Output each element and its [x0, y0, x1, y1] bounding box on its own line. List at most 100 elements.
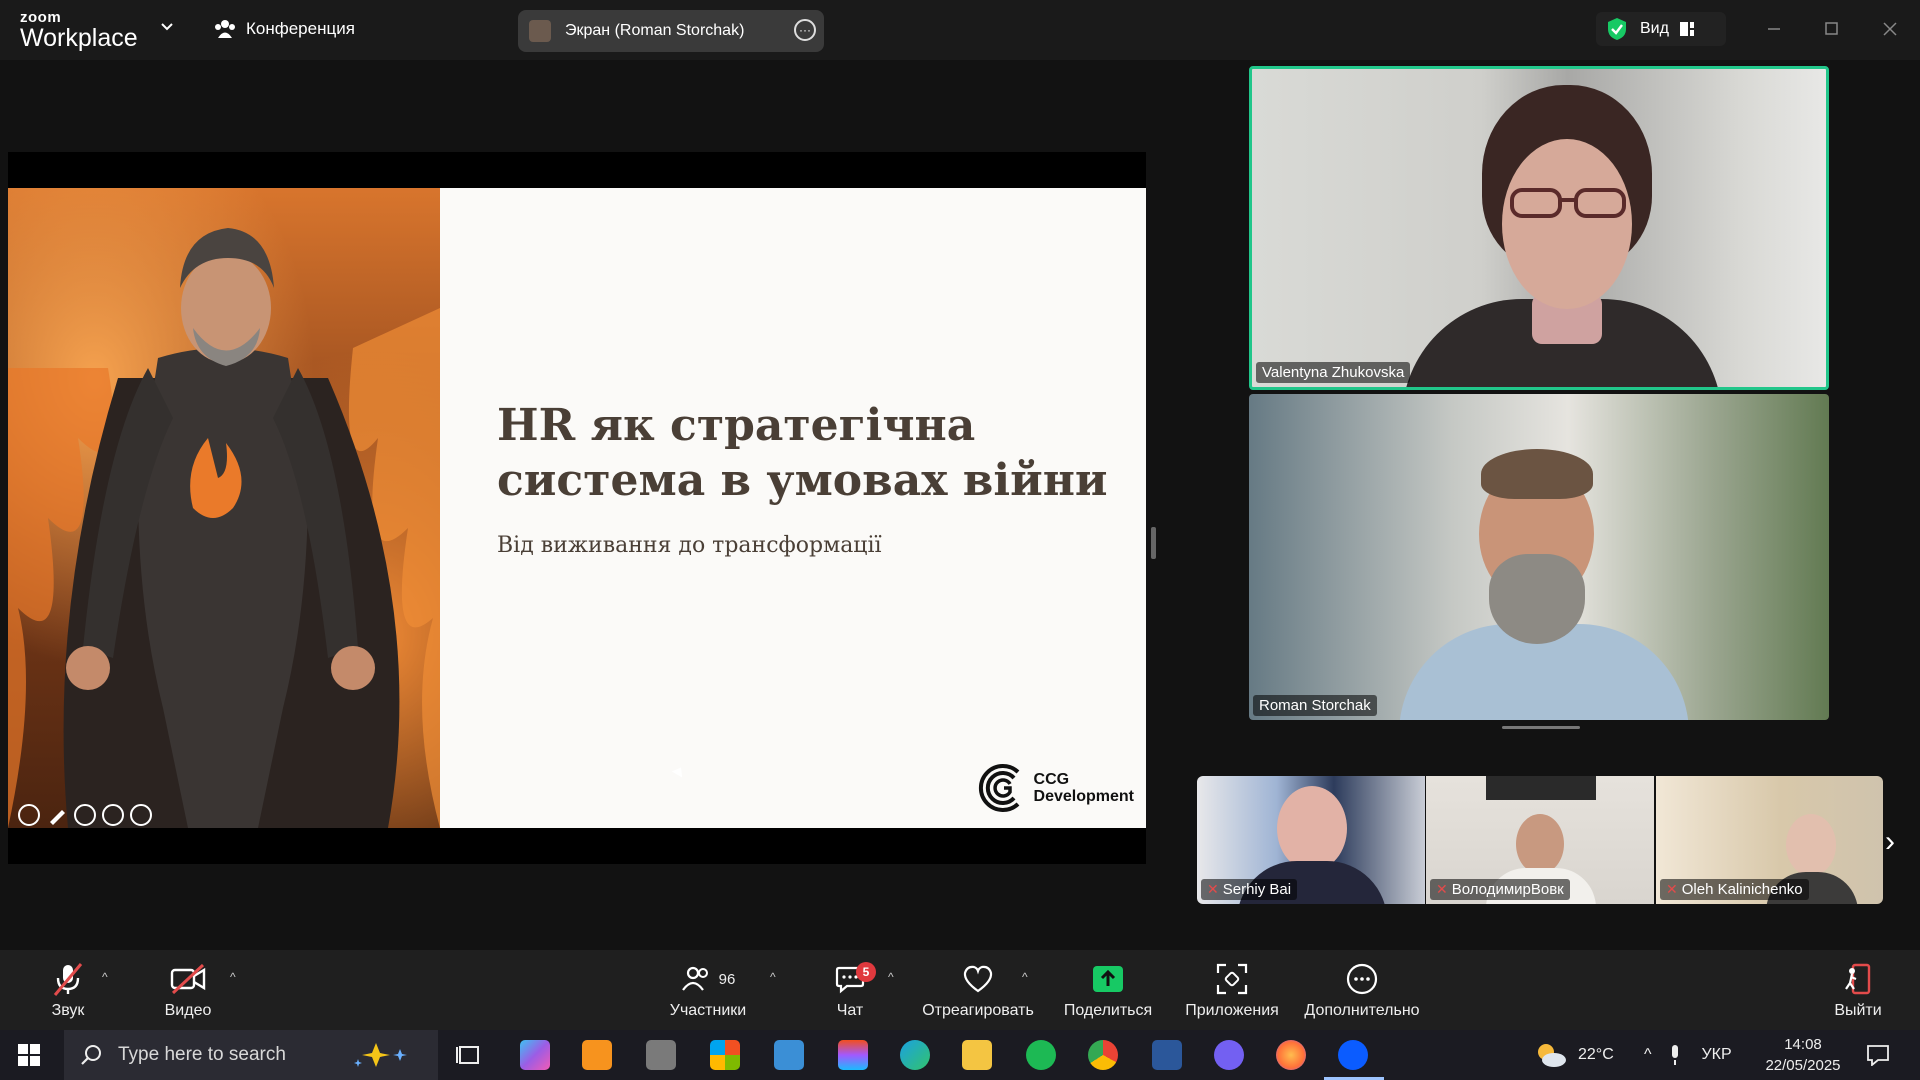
viber-icon[interactable]: [1214, 1040, 1244, 1070]
react-button[interactable]: Отреагировать: [918, 950, 1038, 1030]
more-dots-icon: [1346, 963, 1378, 995]
chevron-down-icon[interactable]: [160, 20, 174, 34]
firefox-icon[interactable]: [1276, 1040, 1306, 1070]
leave-door-icon: [1845, 963, 1871, 995]
participant-face: [1502, 139, 1632, 309]
thumbnail-tile[interactable]: ✕ Serhiy Bai: [1197, 776, 1425, 904]
video-tile-active-speaker[interactable]: Valentyna Zhukovska: [1249, 66, 1829, 390]
notifications-icon[interactable]: [1866, 1044, 1890, 1066]
chat-unread-badge: 5: [856, 962, 876, 982]
chat-caret-icon[interactable]: ^: [888, 970, 894, 984]
search-icon: [81, 1045, 101, 1065]
windows-taskbar: Type here to search 22°C ^ УКР 14:08 22/…: [0, 1030, 1920, 1080]
clock-time: 14:08: [1784, 1036, 1822, 1053]
task-view-icon[interactable]: [454, 1040, 484, 1070]
more-label: Дополнительно: [1304, 1002, 1420, 1019]
calculator-icon[interactable]: [646, 1040, 676, 1070]
thumbnail-tile[interactable]: ✕ ВолодимирВовк: [1426, 776, 1654, 904]
clock-date: 22/05/2025: [1765, 1057, 1841, 1074]
windows-start-icon[interactable]: [18, 1044, 40, 1066]
leave-label: Выйти: [1834, 1002, 1882, 1019]
minimize-icon[interactable]: [1745, 14, 1803, 44]
chat-label: Чат: [836, 1002, 864, 1019]
participant-name: Roman Storchak: [1259, 697, 1371, 714]
participant-name-tag: Valentyna Zhukovska: [1256, 362, 1411, 383]
file-explorer-icon[interactable]: [962, 1040, 992, 1070]
apps-button[interactable]: Приложения: [1180, 950, 1284, 1030]
zoom-app-icon[interactable]: [1338, 1040, 1368, 1070]
zoom-workplace-logo[interactable]: zoom Workplace: [20, 10, 138, 51]
presentation-slide: HR як стратегічна система в умовах війни…: [8, 188, 1146, 828]
share-screen-button[interactable]: Поделиться: [1060, 950, 1156, 1030]
audio-label: Звук: [51, 1002, 85, 1019]
participants-button[interactable]: 96 Участники: [660, 950, 756, 1030]
word-icon[interactable]: [1152, 1040, 1182, 1070]
leave-button[interactable]: Выйти: [1828, 950, 1888, 1030]
participants-caret-icon[interactable]: ^: [770, 970, 776, 984]
slide-title: HR як стратегічна система в умовах війни: [497, 398, 1108, 508]
heart-icon: [963, 965, 993, 993]
share-label: Поделиться: [1063, 1002, 1153, 1019]
pen-icon[interactable]: [46, 804, 68, 826]
brand-line-1: CCG: [1033, 771, 1070, 788]
temperature: 22°C: [1578, 1046, 1614, 1063]
camera-off-icon: [170, 964, 206, 994]
video-button[interactable]: Видео: [158, 950, 218, 1030]
mic-muted-icon: ✕: [1666, 881, 1678, 897]
participant-name: Oleh Kalinichenko: [1681, 881, 1803, 898]
view-grid-icon: [1679, 22, 1694, 36]
microsoft-store-icon[interactable]: [710, 1040, 740, 1070]
next-slide-icon[interactable]: [130, 804, 152, 826]
taskbar-search[interactable]: Type here to search: [64, 1030, 438, 1080]
participant-name: Serhiy Bai: [1222, 881, 1292, 898]
sketchbook-app-icon[interactable]: [582, 1040, 612, 1070]
apps-icon: [1216, 963, 1248, 995]
thumbnail-tile[interactable]: ✕ Oleh Kalinichenko: [1656, 776, 1883, 904]
window-controls: [1745, 14, 1919, 44]
close-icon[interactable]: [1861, 14, 1919, 44]
apps-label: Приложения: [1185, 1002, 1279, 1019]
clock[interactable]: 14:08 22/05/2025: [1748, 1034, 1858, 1076]
more-options-icon[interactable]: ···: [794, 19, 816, 41]
react-caret-icon[interactable]: ^: [1022, 970, 1028, 984]
restore-icon[interactable]: [1803, 14, 1861, 44]
shared-screen[interactable]: HR як стратегічна система в умовах війни…: [8, 152, 1146, 864]
audio-options-caret-icon[interactable]: ^: [102, 970, 108, 984]
split-resize-handle[interactable]: [1151, 527, 1156, 559]
title-bar: zoom Workplace Конференция Экран (Roman …: [0, 0, 1920, 60]
search-placeholder: Type here to search: [118, 1044, 286, 1065]
input-language[interactable]: УКР: [1702, 1046, 1732, 1064]
video-tile[interactable]: Roman Storchak: [1249, 394, 1829, 720]
copilot-icon[interactable]: [520, 1040, 550, 1070]
brand-line-2: Development: [1033, 788, 1134, 805]
system-tray: ^ УКР: [1644, 1030, 1732, 1080]
chrome-icon[interactable]: [1088, 1040, 1118, 1070]
previous-slide-icon[interactable]: [18, 804, 40, 826]
view-label: Вид: [1640, 20, 1669, 37]
microphone-tray-icon[interactable]: [1668, 1044, 1682, 1066]
figma-icon[interactable]: [838, 1040, 868, 1070]
participants-group-icon: [215, 20, 235, 38]
view-button[interactable]: Вид: [1596, 12, 1726, 46]
weather-widget[interactable]: 22°C: [1534, 1030, 1614, 1080]
more-button[interactable]: Дополнительно: [1302, 950, 1422, 1030]
shield-check-icon: [1608, 18, 1626, 40]
screen-share-indicator[interactable]: Экран (Roman Storchak) ···: [518, 10, 824, 52]
superhero-figure-icon: [8, 228, 440, 828]
next-page-arrow-icon[interactable]: ›: [1885, 825, 1895, 859]
participant-name: Valentyna Zhukovska: [1262, 364, 1405, 381]
edge-browser-icon[interactable]: [900, 1040, 930, 1070]
participant-name-tag: ✕ Serhiy Bai: [1201, 879, 1298, 900]
spotify-icon[interactable]: [1026, 1040, 1056, 1070]
audio-button[interactable]: Звук: [38, 950, 98, 1030]
zoom-icon[interactable]: [74, 804, 96, 826]
meeting-info-button[interactable]: Конференция: [214, 18, 355, 40]
glasses-icon: [1510, 188, 1626, 218]
weather-cloud-sun-icon: [1538, 1044, 1566, 1067]
remote-desktop-icon[interactable]: [774, 1040, 804, 1070]
gallery-resize-handle[interactable]: [1502, 726, 1580, 729]
more-icon[interactable]: [102, 804, 124, 826]
microphone-muted-icon: [53, 963, 83, 996]
video-options-caret-icon[interactable]: ^: [230, 970, 236, 984]
show-hidden-icons-chevron-icon[interactable]: ^: [1644, 1046, 1652, 1064]
